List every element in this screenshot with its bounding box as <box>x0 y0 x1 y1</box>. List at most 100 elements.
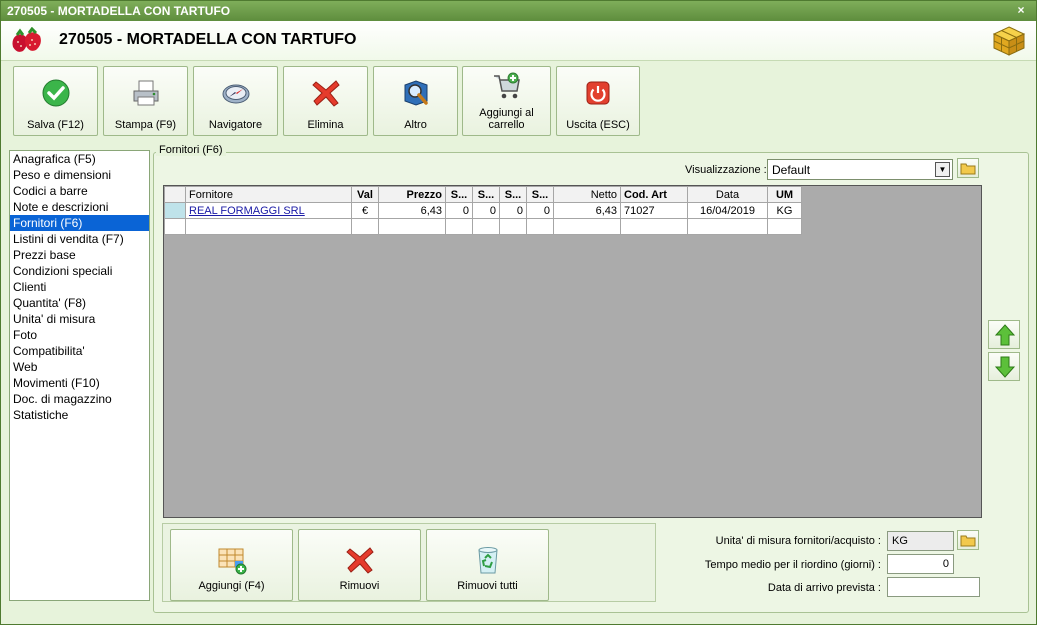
sidebar-item-peso-dimensioni[interactable]: Peso e dimensioni <box>10 167 149 183</box>
purchase-um-folder-button[interactable] <box>957 530 979 550</box>
cell-sconto2[interactable]: 0 <box>472 202 500 219</box>
remove-all-button[interactable]: Rimuovi tutti <box>426 529 549 601</box>
compass-icon <box>222 84 249 104</box>
sidebar-item-note-descrizioni[interactable]: Note e descrizioni <box>10 199 149 215</box>
add-to-cart-button[interactable]: Aggiungi al carrello <box>462 66 551 136</box>
column-header-val[interactable]: Val <box>351 186 379 203</box>
empty-cell[interactable] <box>620 218 688 235</box>
reorder-time-field[interactable]: 0 <box>887 554 954 574</box>
chevron-down-icon[interactable]: ▼ <box>935 162 950 177</box>
empty-cell[interactable] <box>378 218 446 235</box>
sidebar-item-fornitori[interactable]: Fornitori (F6) <box>10 215 149 231</box>
purchase-um-label: Unita' di misura fornitori/acquisto : <box>715 535 881 547</box>
table-add-icon <box>218 548 246 575</box>
print-button[interactable]: Stampa (F9) <box>103 66 188 136</box>
row-indicator[interactable] <box>164 218 186 235</box>
save-label: Salva (F12) <box>27 119 84 131</box>
sidebar-item-anagrafica[interactable]: Anagrafica (F5) <box>10 151 149 167</box>
arrival-date-label: Data di arrivo prevista : <box>767 582 881 594</box>
grid-actions-panel: Aggiungi (F4) Rimuovi Rimuovi tutti <box>162 523 656 602</box>
table-row-new[interactable] <box>164 218 802 235</box>
cell-val[interactable]: € <box>351 202 379 219</box>
column-header-data[interactable]: Data <box>687 186 768 203</box>
column-header-cod-art[interactable]: Cod. Art <box>620 186 688 203</box>
supplier-link[interactable]: REAL FORMAGGI SRL <box>189 205 305 217</box>
column-header-sconto4[interactable]: S... <box>526 186 554 203</box>
column-header-prezzo[interactable]: Prezzo <box>378 186 446 203</box>
sidebar-item-clienti[interactable]: Clienti <box>10 279 149 295</box>
column-header-sconto2[interactable]: S... <box>472 186 500 203</box>
navigator-label: Navigatore <box>208 119 263 131</box>
add-row-label: Aggiungi (F4) <box>198 580 265 592</box>
sidebar-item-prezzi-base[interactable]: Prezzi base <box>10 247 149 263</box>
empty-cell[interactable] <box>185 218 352 235</box>
cell-sconto4[interactable]: 0 <box>526 202 554 219</box>
save-button[interactable]: Salva (F12) <box>13 66 98 136</box>
printer-icon <box>133 80 158 106</box>
column-header-um[interactable]: UM <box>767 186 802 203</box>
cube-icon <box>992 26 1026 56</box>
remove-row-label: Rimuovi <box>339 580 380 592</box>
search-book-icon <box>404 80 428 106</box>
sidebar-item-web[interactable]: Web <box>10 359 149 375</box>
column-header-sconto3[interactable]: S... <box>499 186 527 203</box>
empty-cell[interactable] <box>526 218 554 235</box>
empty-cell[interactable] <box>767 218 802 235</box>
empty-cell[interactable] <box>351 218 379 235</box>
move-up-button[interactable] <box>988 320 1020 349</box>
purchase-um-field[interactable]: KG <box>887 531 954 551</box>
table-row[interactable]: REAL FORMAGGI SRL € 6,43 0 0 0 0 6,43 71… <box>164 202 802 219</box>
remove-row-button[interactable]: Rimuovi <box>298 529 421 601</box>
suppliers-group-title: Fornitori (F6) <box>156 144 226 156</box>
column-header-sconto1[interactable]: S... <box>445 186 473 203</box>
cell-netto[interactable]: 6,43 <box>553 202 621 219</box>
delete-label: Elimina <box>307 119 344 131</box>
article-header: 270505 - MORTADELLA CON TARTUFO <box>1 21 1036 61</box>
sidebar-item-codici-barre[interactable]: Codici a barre <box>10 183 149 199</box>
strawberry-icon <box>12 27 41 52</box>
cell-cod-art[interactable]: 71027 <box>620 202 688 219</box>
view-select[interactable]: Default ▼ <box>767 159 953 180</box>
row-indicator[interactable] <box>164 202 186 219</box>
suppliers-table: Fornitore Val Prezzo S... S... S... S...… <box>164 186 802 235</box>
column-header-fornitore[interactable]: Fornitore <box>185 186 352 203</box>
close-icon[interactable]: × <box>1014 3 1028 17</box>
sidebar-item-movimenti[interactable]: Movimenti (F10) <box>10 375 149 391</box>
sidebar-item-quantita[interactable]: Quantita' (F8) <box>10 295 149 311</box>
cell-sconto1[interactable]: 0 <box>445 202 473 219</box>
empty-cell[interactable] <box>472 218 500 235</box>
sidebar-item-foto[interactable]: Foto <box>10 327 149 343</box>
section-list: Anagrafica (F5) Peso e dimensioni Codici… <box>9 150 150 601</box>
folder-icon <box>960 535 976 547</box>
sidebar-item-doc-magazzino[interactable]: Doc. di magazzino <box>10 391 149 407</box>
sidebar-item-listini-vendita[interactable]: Listini di vendita (F7) <box>10 231 149 247</box>
sidebar-item-compatibilita[interactable]: Compatibilita' <box>10 343 149 359</box>
view-select-value: Default <box>772 163 811 177</box>
cell-data[interactable]: 16/04/2019 <box>687 202 768 219</box>
column-header-netto[interactable]: Netto <box>553 186 621 203</box>
empty-cell[interactable] <box>499 218 527 235</box>
move-down-button[interactable] <box>988 352 1020 381</box>
delete-button[interactable]: Elimina <box>283 66 368 136</box>
title-bar: 270505 - MORTADELLA CON TARTUFO × <box>1 1 1036 21</box>
cell-um[interactable]: KG <box>767 202 802 219</box>
sidebar-item-condizioni-speciali[interactable]: Condizioni speciali <box>10 263 149 279</box>
arrival-date-field[interactable] <box>887 577 980 597</box>
cell-fornitore[interactable]: REAL FORMAGGI SRL <box>185 202 352 219</box>
other-button[interactable]: Altro <box>373 66 458 136</box>
remove-all-label: Rimuovi tutti <box>457 580 518 592</box>
empty-cell[interactable] <box>687 218 768 235</box>
arrow-down-icon <box>995 356 1015 378</box>
sidebar-item-unita-misura[interactable]: Unita' di misura <box>10 311 149 327</box>
window-title: 270505 - MORTADELLA CON TARTUFO <box>7 4 231 18</box>
empty-cell[interactable] <box>553 218 621 235</box>
empty-cell[interactable] <box>445 218 473 235</box>
cell-sconto3[interactable]: 0 <box>499 202 527 219</box>
print-label: Stampa (F9) <box>114 119 177 131</box>
cell-prezzo[interactable]: 6,43 <box>378 202 446 219</box>
view-folder-button[interactable] <box>957 158 979 178</box>
exit-button[interactable]: Uscita (ESC) <box>556 66 640 136</box>
sidebar-item-statistiche[interactable]: Statistiche <box>10 407 149 423</box>
add-row-button[interactable]: Aggiungi (F4) <box>170 529 293 601</box>
navigator-button[interactable]: Navigatore <box>193 66 278 136</box>
